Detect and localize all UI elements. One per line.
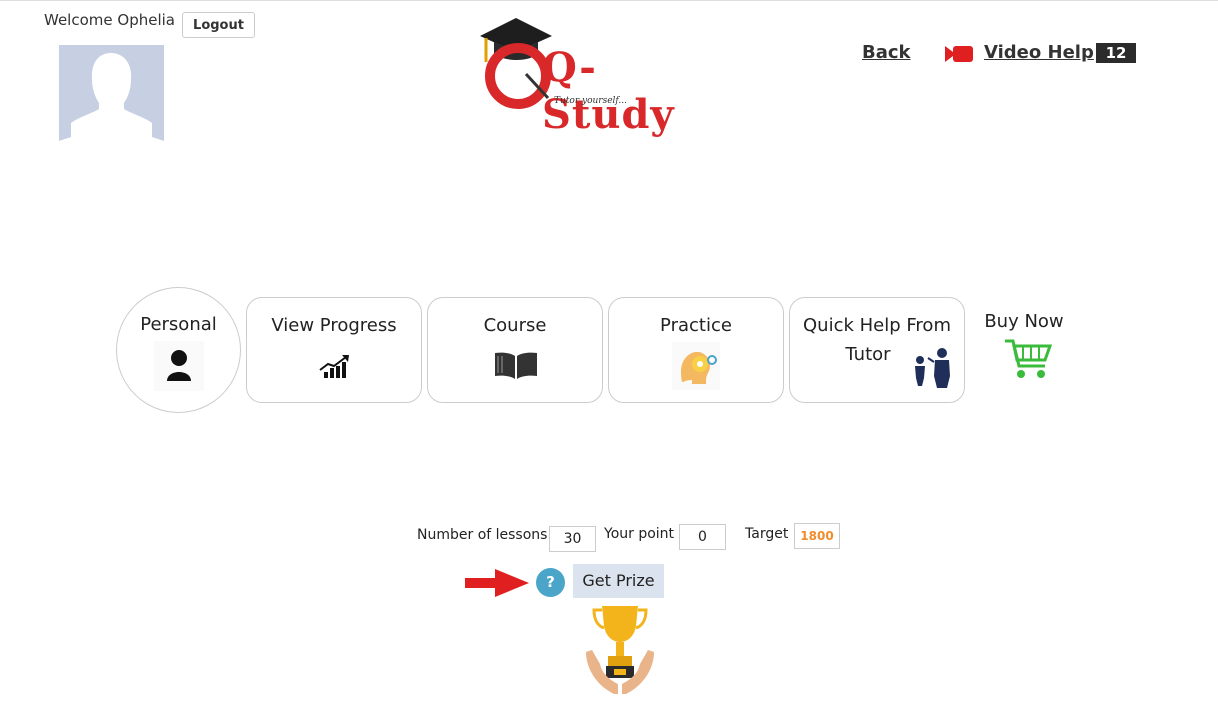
points-label: Your point	[604, 526, 675, 542]
avatar	[59, 45, 164, 153]
tab-quick-help[interactable]: Quick Help From Tutor	[789, 297, 965, 403]
target-label: Target	[745, 526, 789, 542]
book-icon	[495, 352, 537, 379]
back-link[interactable]: Back	[862, 42, 911, 63]
idea-gear-icon	[672, 342, 720, 390]
chart-up-icon	[319, 355, 349, 378]
user-icon	[154, 341, 204, 391]
user-silhouette-icon	[59, 53, 164, 153]
points-field: 0	[679, 524, 726, 550]
tab-quick-help-line1: Quick Help From	[803, 315, 951, 336]
get-prize-button[interactable]: Get Prize	[573, 564, 664, 598]
welcome-text: Welcome Ophelia	[44, 11, 175, 29]
tab-view-progress-label: View Progress	[271, 315, 397, 336]
logout-button[interactable]: Logout	[182, 12, 255, 38]
target-field: 1800	[794, 523, 840, 549]
top-divider	[0, 0, 1218, 1]
video-camera-icon[interactable]	[945, 44, 973, 64]
logo-title: Q-Study	[542, 44, 675, 138]
video-help-link[interactable]: Video Help	[984, 42, 1094, 63]
lessons-label: Number of lessons	[417, 527, 548, 543]
tutor-icon	[915, 348, 950, 388]
buy-now-button[interactable]: Buy Now	[975, 305, 1073, 395]
logo-tagline: Tutor yourself...	[554, 96, 628, 106]
trophy-icon	[586, 606, 654, 694]
lessons-field: 30	[549, 526, 596, 552]
tab-course-label: Course	[483, 315, 547, 336]
tab-personal[interactable]: Personal	[116, 287, 241, 413]
arrow-right-icon	[465, 569, 529, 597]
tab-practice-label: Practice	[660, 315, 732, 336]
tab-personal-label: Personal	[140, 314, 217, 335]
tab-course[interactable]: Course	[427, 297, 603, 403]
cart-icon	[1005, 339, 1053, 378]
logo: Q-Study Tutor yourself...	[476, 14, 706, 138]
video-count-badge: 12	[1096, 43, 1136, 63]
tab-view-progress[interactable]: View Progress	[246, 297, 422, 403]
buy-now-label: Buy Now	[984, 311, 1064, 332]
prize-help-button[interactable]: ?	[536, 568, 565, 597]
tab-practice[interactable]: Practice	[608, 297, 784, 403]
